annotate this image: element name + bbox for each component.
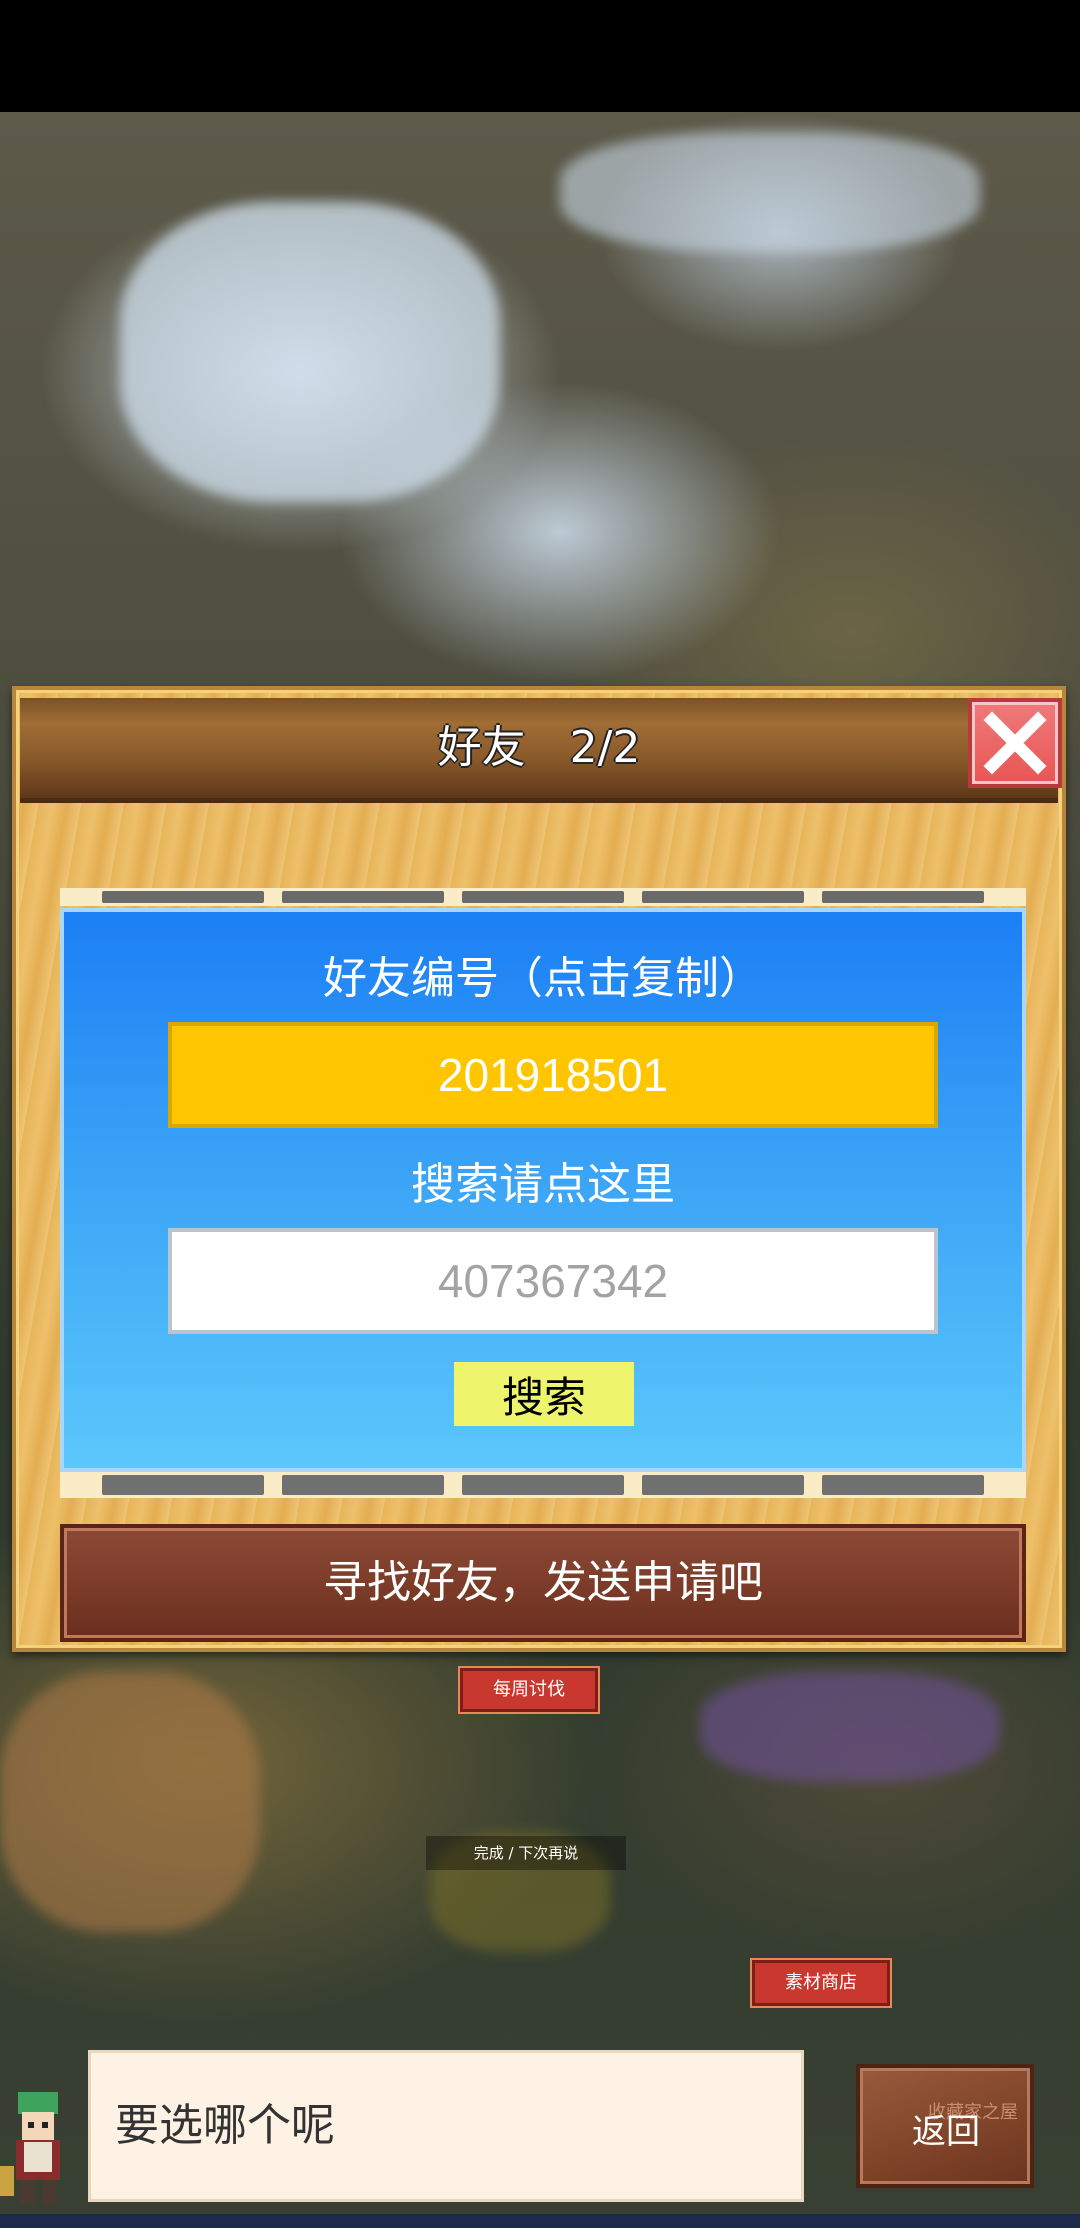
rail-slot [822, 891, 984, 903]
rail-slot [102, 1475, 264, 1495]
rail-slot [642, 1475, 804, 1495]
friends-dialog: 好友 2/2 好友编号（点击复制） 201918501 搜索请点这里 搜索 寻找… [12, 686, 1066, 1652]
building-blur [0, 1672, 260, 1932]
panel-bottom-rail [60, 1472, 1026, 1498]
friend-id-panel: 好友编号（点击复制） 201918501 搜索请点这里 搜索 [60, 908, 1026, 1472]
snow-patch [120, 202, 500, 502]
dialog-title: 好友 2/2 [437, 722, 641, 773]
material-shop-tag[interactable]: 素材商店 [752, 1960, 890, 2006]
rail-slot [282, 891, 444, 903]
speech-bubble: 要选哪个呢 [88, 2050, 804, 2202]
rail-slot [102, 891, 264, 903]
purple-area-blur [700, 1672, 1000, 1782]
find-friends-banner[interactable]: 寻找好友，发送申请吧 [60, 1524, 1026, 1642]
rail-slot [282, 1475, 444, 1495]
weekly-raid-tag[interactable]: 每周讨伐 [460, 1668, 598, 1712]
close-button[interactable] [968, 698, 1062, 788]
speech-text: 要选哪个呢 [115, 2100, 335, 2151]
search-button[interactable]: 搜索 [454, 1362, 634, 1426]
friend-search-input[interactable] [168, 1228, 938, 1334]
rail-slot [642, 891, 804, 903]
character-avatar-icon [0, 2092, 60, 2204]
complete-later-tag[interactable]: 完成 / 下次再说 [426, 1836, 626, 1870]
search-label: 搜索请点这里 [411, 1159, 675, 1210]
close-icon [983, 711, 1047, 775]
back-button-label: 返回 [912, 2112, 980, 2152]
rail-slot [462, 891, 624, 903]
status-bar [0, 0, 1080, 112]
friend-id-copy-box[interactable]: 201918501 [168, 1022, 938, 1128]
rail-slot [822, 1475, 984, 1495]
bottom-strip [0, 2214, 1080, 2228]
back-button[interactable]: 收藏家之屋 返回 [856, 2064, 1034, 2188]
dialog-header: 好友 2/2 [20, 698, 1058, 803]
rail-slot [462, 1475, 624, 1495]
snow-patch [560, 132, 980, 252]
friend-id-label: 好友编号（点击复制） [323, 953, 763, 1004]
panel-top-rail [60, 888, 1026, 906]
